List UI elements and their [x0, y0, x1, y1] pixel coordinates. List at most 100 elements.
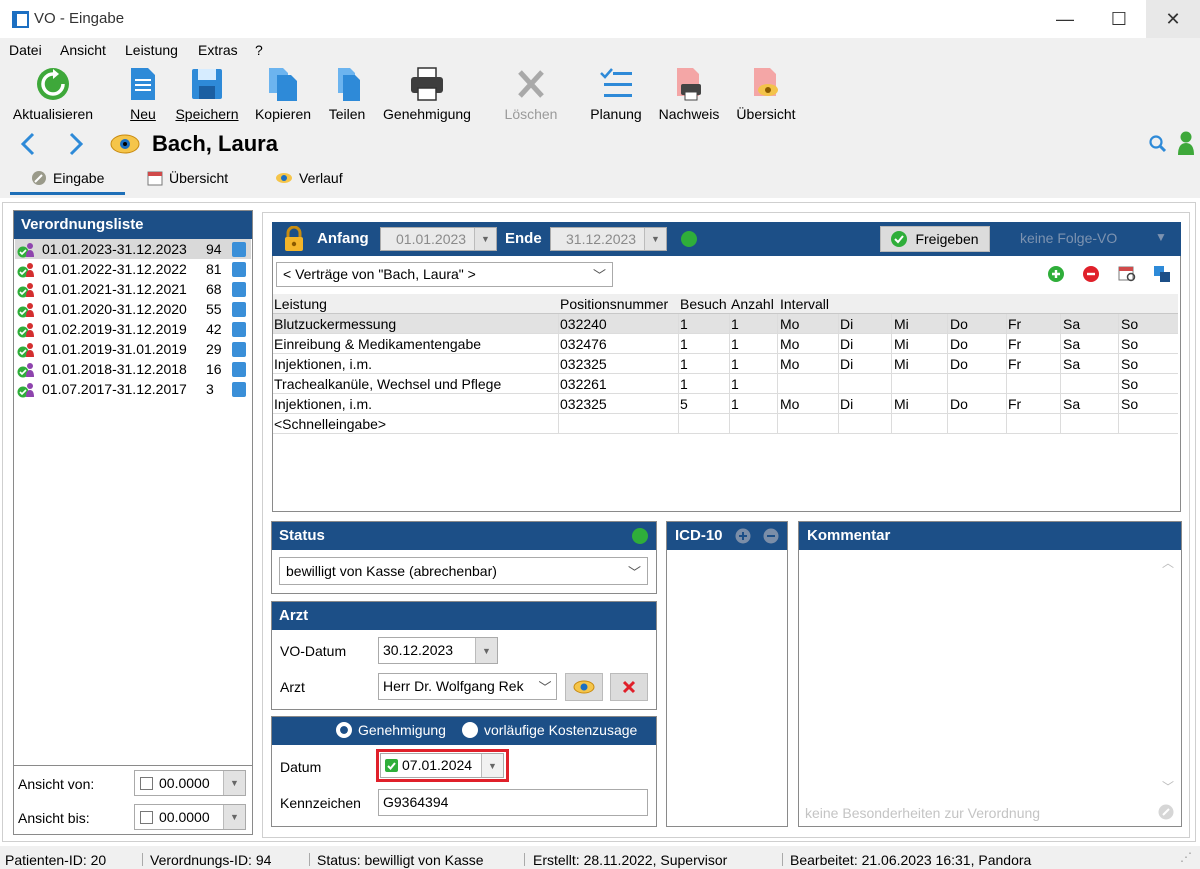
save-button[interactable]: Speichern — [171, 66, 243, 124]
user-status-icon[interactable] — [1176, 130, 1196, 159]
chevron-down-icon[interactable]: ▼ — [1155, 230, 1167, 244]
service-row[interactable]: Einreibung & Medikamentengabe 032476 1 1 Mo D… — [273, 334, 1178, 354]
dropdown-arrow-icon[interactable]: ▼ — [223, 805, 245, 829]
document-icon[interactable] — [232, 302, 246, 317]
remove-circle-icon[interactable] — [1082, 265, 1100, 286]
delete-button[interactable]: Löschen — [501, 66, 561, 124]
view-to-checkbox[interactable] — [140, 811, 153, 824]
radio-provisional[interactable] — [462, 722, 478, 738]
start-date-field[interactable]: 01.01.2023 ▼ — [380, 227, 497, 251]
doctor-select[interactable]: Herr Dr. Wolfgang Rek ﹀ — [378, 673, 557, 700]
search-icon[interactable] — [1148, 134, 1168, 157]
column-header[interactable]: Intervall — [780, 296, 829, 312]
document-icon[interactable] — [232, 322, 246, 337]
column-header[interactable]: Besuch — [680, 296, 727, 312]
document-icon[interactable] — [232, 242, 246, 257]
tab-verlauf[interactable]: Verlauf — [275, 170, 343, 186]
menu-leistung[interactable]: Leistung — [125, 42, 178, 58]
document-icon[interactable] — [232, 342, 246, 357]
scroll-down-icon[interactable]: ﹀ — [1162, 778, 1174, 795]
followup-vo-label[interactable]: keine Folge-VO — [1020, 230, 1117, 246]
code-field[interactable]: G9364394 — [378, 789, 648, 816]
status-select[interactable]: bewilligt von Kasse (abrechenbar) ﹀ — [279, 557, 648, 585]
refresh-button[interactable]: Aktualisieren — [8, 66, 98, 124]
copy-layers-icon[interactable] — [1153, 265, 1171, 286]
forward-arrow-icon[interactable] — [66, 131, 86, 160]
view-from-checkbox[interactable] — [140, 777, 153, 790]
end-date-field[interactable]: 31.12.2023 ▼ — [550, 227, 667, 251]
clear-doctor-button[interactable] — [610, 673, 648, 701]
column-header[interactable]: Leistung — [274, 296, 327, 312]
service-row[interactable]: Injektionen, i.m. 032325 5 1 Mo Di Mi Do Fr Sa So — [273, 394, 1178, 414]
calendar-search-icon[interactable] — [1118, 265, 1138, 286]
vo-list-item[interactable]: 01.07.2017-31.12.2017 3 — [15, 379, 251, 399]
menu-help[interactable]: ? — [255, 42, 263, 58]
status-bar: Patienten-ID: 20 Verordnungs-ID: 94 Stat… — [0, 848, 1200, 869]
share-button[interactable]: Teilen — [324, 66, 370, 124]
document-icon[interactable] — [232, 382, 246, 397]
service-name: Injektionen, i.m. — [274, 396, 373, 412]
minimize-button[interactable]: — — [1038, 0, 1092, 38]
scroll-up-icon[interactable]: ︿ — [1162, 554, 1174, 571]
radio-approval[interactable] — [336, 722, 352, 738]
remove-icd-icon[interactable] — [763, 528, 779, 547]
status-indicator-green — [681, 231, 697, 247]
services-header-row: Leistung Positionsnummer Besuch Anzahl Inter… — [273, 294, 1178, 314]
vo-list-item[interactable]: 01.01.2023-31.12.2023 94 — [15, 239, 251, 259]
document-icon[interactable] — [232, 262, 246, 277]
approval-date-field[interactable]: 07.01.2024 ▼ — [380, 753, 504, 778]
approval-button[interactable]: Genehmigung — [379, 66, 475, 124]
tab-uebersicht[interactable]: Übersicht — [147, 170, 228, 186]
vo-list-item[interactable]: 01.01.2019-31.01.2019 29 — [15, 339, 251, 359]
new-button[interactable]: Neu — [125, 66, 161, 124]
service-row[interactable]: Injektionen, i.m. 032325 1 1 Mo Di Mi Do Fr Sa So — [273, 354, 1178, 374]
document-icon[interactable] — [232, 282, 246, 297]
grid-column-line — [947, 314, 948, 434]
dropdown-arrow-icon[interactable]: ▼ — [475, 638, 497, 663]
radio-approval-label[interactable]: Genehmigung — [358, 722, 446, 738]
column-header[interactable]: Anzahl — [731, 296, 774, 312]
eye-icon[interactable] — [110, 133, 140, 158]
release-button[interactable]: Freigeben — [880, 226, 990, 252]
proof-button[interactable]: Nachweis — [655, 66, 723, 124]
maximize-button[interactable]: ☐ — [1092, 0, 1146, 38]
menu-extras[interactable]: Extras — [198, 42, 238, 58]
comment-input[interactable]: keine Besonderheiten zur Verordnung — [805, 805, 1040, 821]
close-button[interactable]: ✕ — [1146, 0, 1200, 38]
vo-list-item[interactable]: 01.01.2018-31.12.2018 16 — [15, 359, 251, 379]
quick-entry-row[interactable]: <Schnelleingabe> — [273, 414, 1178, 434]
add-circle-icon[interactable] — [1047, 265, 1065, 286]
contracts-select[interactable]: < Verträge von "Bach, Laura" > ﹀ — [276, 262, 613, 287]
checkbox-checked-icon[interactable] — [385, 759, 398, 772]
view-doctor-button[interactable] — [565, 673, 603, 701]
count-value: 1 — [731, 356, 739, 372]
column-header[interactable]: Positionsnummer — [560, 296, 668, 312]
overview-button[interactable]: Übersicht — [732, 66, 800, 124]
view-to-field[interactable]: 00.0000 ▼ — [134, 804, 246, 830]
dropdown-arrow-icon[interactable]: ▼ — [223, 771, 245, 795]
dropdown-arrow-icon[interactable]: ▼ — [474, 228, 496, 250]
service-row[interactable]: Trachealkanüle, Wechsel und Pflege 032261… — [273, 374, 1178, 394]
add-icd-icon[interactable] — [735, 528, 751, 547]
menu-ansicht[interactable]: Ansicht — [60, 42, 106, 58]
dropdown-arrow-icon[interactable]: ▼ — [481, 754, 503, 777]
dropdown-arrow-icon[interactable]: ▼ — [644, 228, 666, 250]
radio-provisional-label[interactable]: vorläufige Kostenzusage — [484, 722, 637, 738]
vo-list-item[interactable]: 01.01.2021-31.12.2021 68 — [15, 279, 251, 299]
copy-button[interactable]: Kopieren — [252, 66, 314, 124]
vo-date-field[interactable]: 30.12.2023 ▼ — [378, 637, 498, 664]
back-arrow-icon[interactable] — [18, 131, 38, 160]
grid-column-line — [1006, 314, 1007, 434]
vo-list-item[interactable]: 01.01.2020-31.12.2020 55 — [15, 299, 251, 319]
service-row[interactable]: Blutzuckermessung 032240 1 1 Mo Di Mi Do Fr Sa So — [273, 314, 1178, 334]
view-from-field[interactable]: 00.0000 ▼ — [134, 770, 246, 796]
clear-comment-icon[interactable] — [1158, 804, 1174, 823]
document-icon[interactable] — [232, 362, 246, 377]
vo-list-item[interactable]: 01.01.2022-31.12.2022 81 — [15, 259, 251, 279]
resize-grip-icon[interactable]: ⋰ — [1180, 850, 1192, 864]
lock-icon[interactable] — [283, 225, 305, 255]
tab-eingabe[interactable]: Eingabe — [31, 170, 104, 186]
planning-button[interactable]: Planung — [588, 66, 644, 124]
vo-list-item[interactable]: 01.02.2019-31.12.2019 42 — [15, 319, 251, 339]
menu-datei[interactable]: Datei — [9, 42, 42, 58]
